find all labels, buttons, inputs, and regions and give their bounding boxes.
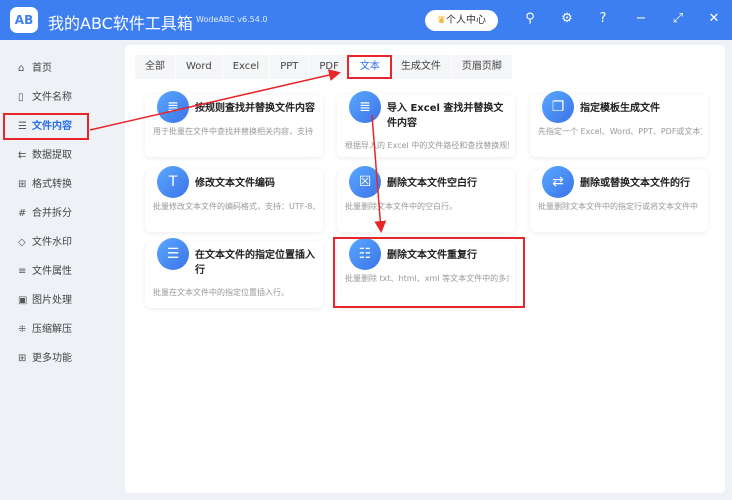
annotation-arrows (89, 69, 387, 233)
arrow-to-tab (89, 69, 341, 131)
arrow-to-card (371, 114, 387, 233)
